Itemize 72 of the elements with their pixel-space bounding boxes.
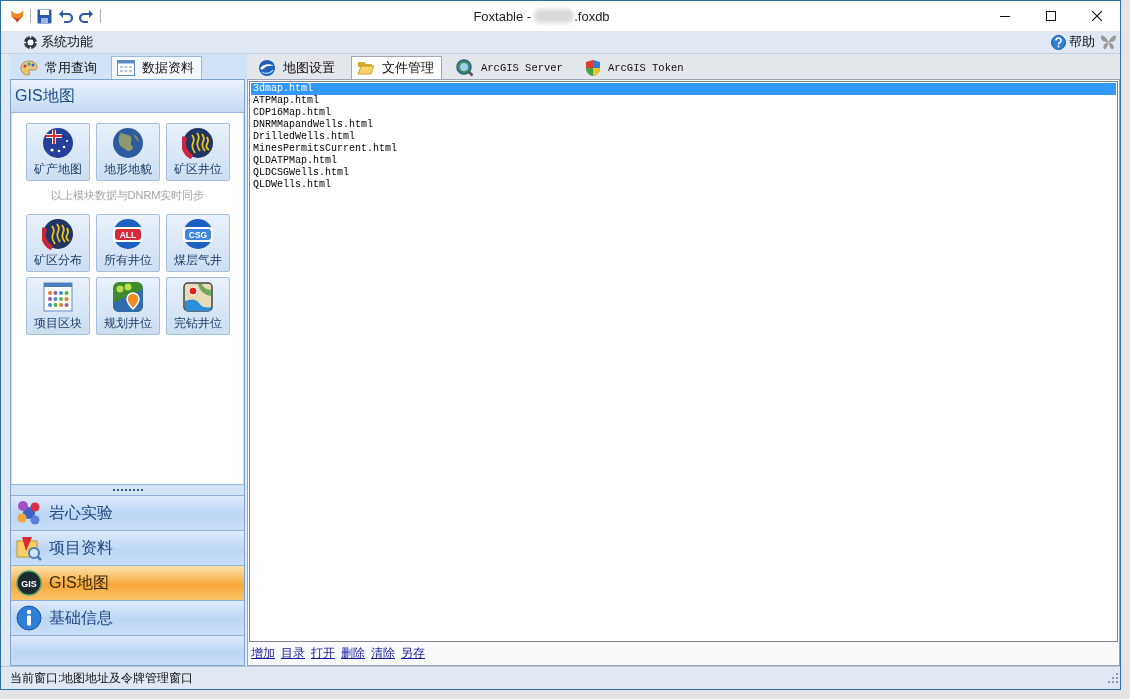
module-tile[interactable]: 矿区分布	[26, 214, 90, 272]
action-link[interactable]: 目录	[281, 645, 305, 662]
action-link[interactable]: 增加	[251, 645, 275, 662]
content-tab[interactable]: ArcGIS Server	[450, 56, 571, 79]
window-title-extension: .foxdb	[574, 8, 610, 24]
action-link[interactable]: 清除	[371, 645, 395, 662]
nav-item[interactable]: 基础信息	[11, 600, 244, 635]
module-tile[interactable]: CSG 煤层气井	[166, 214, 230, 272]
panel-header: GIS地图	[11, 80, 244, 113]
striped-disc-icon	[182, 127, 214, 159]
file-item[interactable]: MinesPermitsCurrent.html	[251, 143, 1116, 155]
calendar-icon	[117, 60, 135, 76]
minimize-icon	[1000, 15, 1010, 17]
globe-icon	[258, 59, 276, 77]
help-button[interactable]: 帮助	[1051, 33, 1095, 51]
globe-magnifier-icon	[456, 59, 474, 77]
file-item[interactable]: DNRMMapandWells.html	[251, 119, 1116, 131]
banner-globe-icon: ALL	[112, 218, 144, 250]
document-magnifier-icon	[16, 535, 42, 561]
file-item[interactable]: CDP16Map.html	[251, 107, 1116, 119]
module-tile[interactable]: 矿产地图	[26, 123, 90, 181]
content-tab[interactable]: 文件管理	[351, 56, 442, 79]
window-title: Foxtable -	[473, 8, 532, 24]
undo-button[interactable]	[58, 8, 74, 24]
module-tile[interactable]: ALL 所有井位	[96, 214, 160, 272]
content-tab[interactable]: ArcGIS Token	[578, 56, 692, 79]
file-item[interactable]: ATPMap.html	[251, 95, 1116, 107]
palette-icon	[20, 60, 38, 76]
module-tile[interactable]: 完钻井位	[166, 277, 230, 335]
nav-item[interactable]: GIS GIS地图	[11, 565, 244, 600]
panel-tab[interactable]: 数据资料	[111, 56, 202, 79]
system-menu[interactable]: 系统功能	[23, 33, 93, 51]
status-text: 当前窗口:地图地址及令牌管理窗口	[10, 669, 194, 687]
redo-button[interactable]	[79, 8, 95, 24]
gis-disc-icon: GIS	[16, 570, 42, 596]
module-tile[interactable]: 地形地貌	[96, 123, 160, 181]
action-link[interactable]: 删除	[341, 645, 365, 662]
file-item[interactable]: DrilledWells.html	[251, 131, 1116, 143]
panel-tab[interactable]: 常用查询	[14, 56, 105, 79]
help-icon	[1051, 34, 1066, 50]
close-icon	[1092, 11, 1102, 21]
content-tab[interactable]: 地图设置	[252, 56, 343, 79]
map-icon	[182, 281, 214, 313]
resize-grip-icon[interactable]	[1108, 673, 1118, 683]
fox-icon[interactable]	[10, 7, 25, 25]
map-pin-icon	[112, 281, 144, 313]
save-button[interactable]	[37, 8, 53, 24]
file-item[interactable]: QLDATPMap.html	[251, 155, 1116, 167]
module-tile[interactable]: 项目区块	[26, 277, 90, 335]
sync-note: 以上模块数据与DNRM实时同步	[50, 189, 205, 201]
nav-item[interactable]: 项目资料	[11, 530, 244, 565]
nav-item[interactable]: 岩心实验	[11, 495, 244, 530]
redo-arrow-icon	[79, 8, 95, 24]
shield-icon	[584, 59, 601, 77]
banner-globe-icon: CSG	[182, 218, 214, 250]
undo-arrow-icon	[58, 8, 74, 24]
gear-icon	[23, 34, 38, 50]
striped-disc-icon	[42, 218, 74, 250]
floppy-icon	[37, 8, 53, 24]
file-item[interactable]: QLDWells.html	[251, 179, 1116, 191]
folder-icon	[357, 60, 375, 76]
action-link[interactable]: 另存	[401, 645, 425, 662]
file-item[interactable]: QLDCSGWells.html	[251, 167, 1116, 179]
info-icon	[16, 605, 42, 631]
maximize-icon	[1046, 11, 1056, 21]
action-link[interactable]: 打开	[311, 645, 335, 662]
module-tile[interactable]: 矿区井位	[166, 123, 230, 181]
molecule-icon	[16, 500, 42, 526]
flag-globe-icon	[42, 127, 74, 159]
calendar-grid-icon	[42, 281, 74, 313]
module-tile[interactable]: 规划井位	[96, 277, 160, 335]
earth-globe-icon	[112, 127, 144, 159]
